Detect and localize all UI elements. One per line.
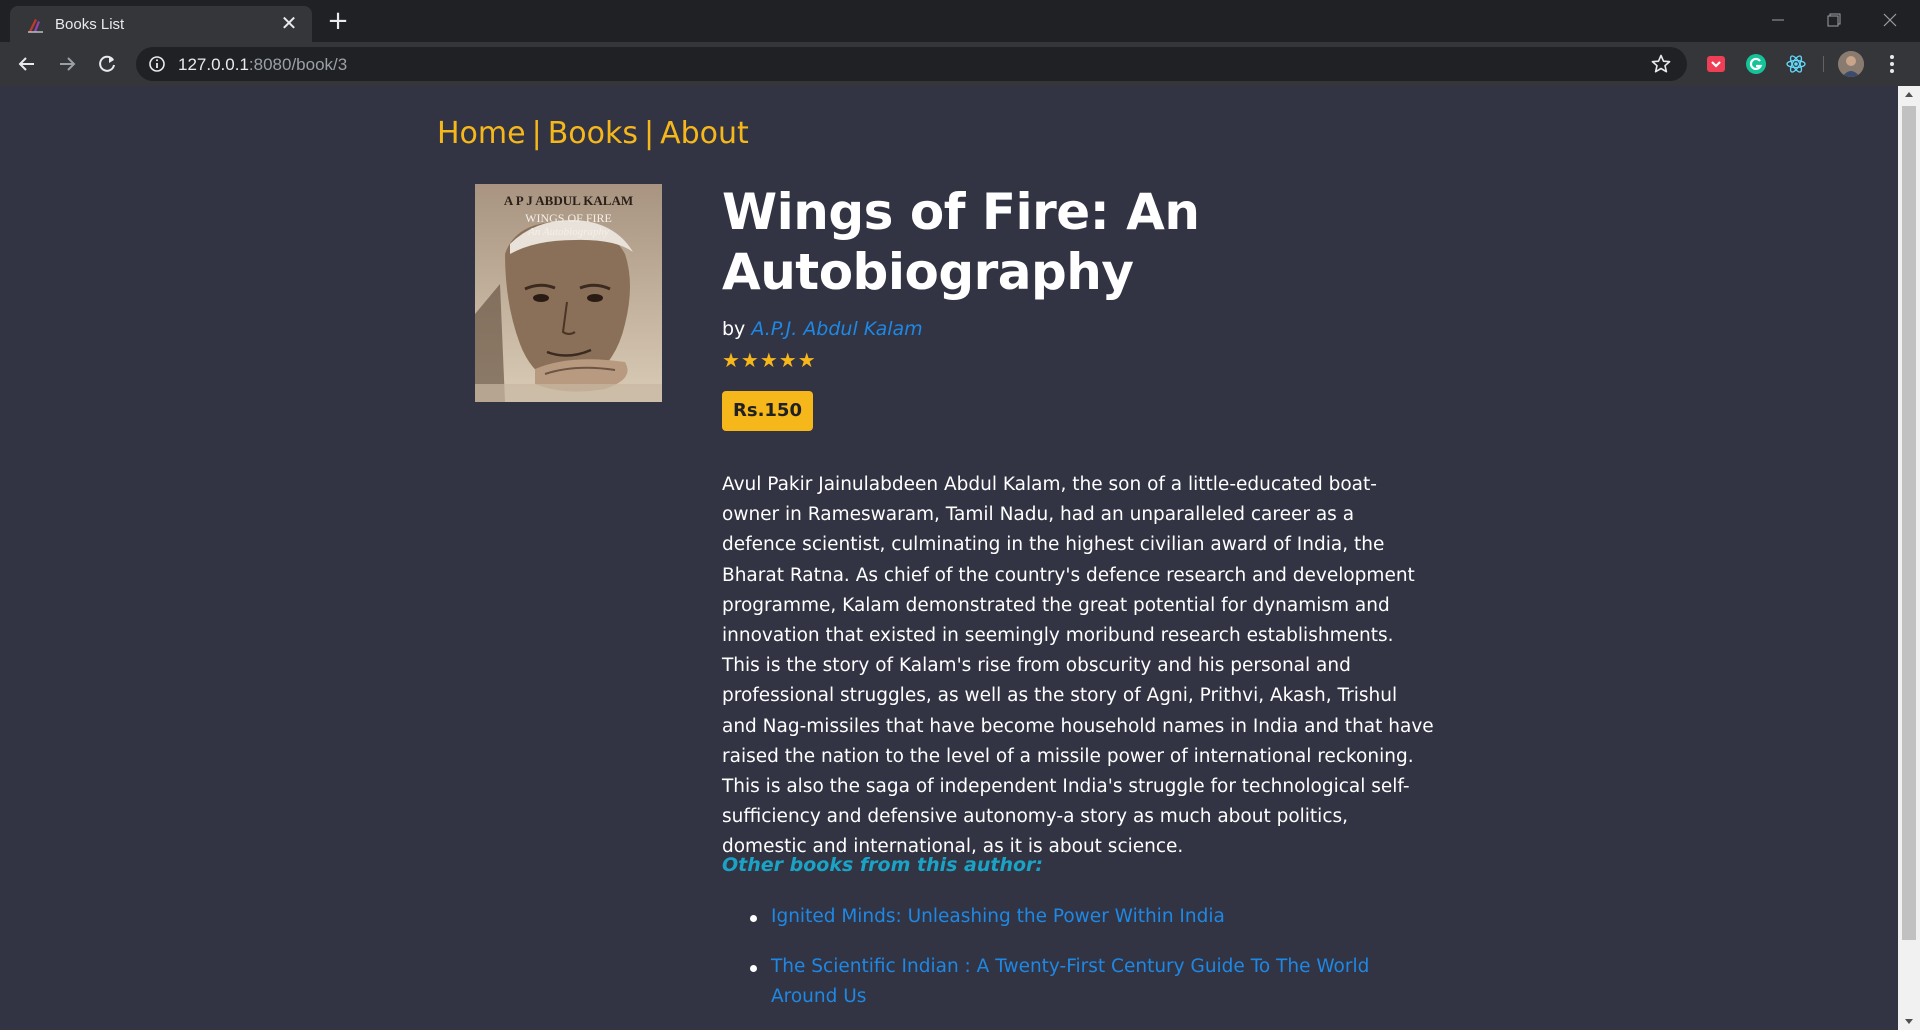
nav-books-link[interactable]: Books <box>548 116 638 151</box>
book-byline: by A.P.J. Abdul Kalam <box>722 318 923 340</box>
profile-avatar[interactable] <box>1838 51 1864 77</box>
scroll-down-arrow-icon[interactable] <box>1898 1012 1920 1030</box>
pocket-icon[interactable] <box>1705 53 1727 75</box>
list-item: Ignited Minds: Unleashing the Power With… <box>722 902 1434 932</box>
bookmark-star-icon[interactable] <box>1650 53 1672 75</box>
bullet-icon <box>750 965 757 972</box>
grammarly-icon[interactable] <box>1745 53 1767 75</box>
back-arrow-icon[interactable] <box>14 51 40 77</box>
bullet-icon <box>750 915 757 922</box>
by-label: by <box>722 318 746 340</box>
kebab-menu-icon[interactable] <box>1882 52 1902 76</box>
book-description: Avul Pakir Jainulabdeen Abdul Kalam, the… <box>722 474 1434 858</box>
close-window-icon[interactable] <box>1870 6 1910 34</box>
restore-window-icon[interactable] <box>1814 6 1854 34</box>
forward-arrow-icon[interactable] <box>54 51 80 77</box>
tab-close-icon[interactable]: ✕ <box>278 12 300 34</box>
avatar-icon <box>1838 51 1864 77</box>
nav-home-link[interactable]: Home <box>437 116 526 151</box>
book-cover-image: A P J ABDUL KALAM WINGS OF FIRE An Autob… <box>475 184 662 402</box>
address-bar[interactable]: 127.0.0.1:8080/book/3 <box>136 47 1687 81</box>
author-link[interactable]: A.P.J. Abdul Kalam <box>751 318 922 340</box>
cover-subtitle-text: An Autobiography <box>528 226 609 238</box>
minimize-window-icon[interactable] <box>1758 6 1798 34</box>
toolbar-divider <box>1823 56 1824 72</box>
other-book-link[interactable]: The Scientific Indian : A Twenty-First C… <box>771 956 1369 1007</box>
book-favicon-icon <box>28 19 43 33</box>
new-tab-button[interactable]: + <box>324 8 352 36</box>
browser-toolbar: 127.0.0.1:8080/book/3 <box>0 42 1920 86</box>
tab-title: Books List <box>55 16 125 33</box>
info-icon[interactable] <box>148 55 166 73</box>
cover-title-text: WINGS OF FIRE <box>525 211 612 225</box>
cover-author-text: A P J ABDUL KALAM <box>503 193 634 208</box>
other-book-link[interactable]: Ignited Minds: Unleashing the Power With… <box>771 906 1225 927</box>
other-books-heading: Other books from this author: <box>722 854 1044 876</box>
browser-tab[interactable]: Books List ✕ <box>10 6 312 42</box>
nav-separator: | <box>531 116 542 151</box>
site-nav: Home | Books | About <box>437 116 749 151</box>
nav-about-link[interactable]: About <box>660 116 749 151</box>
browser-tab-bar: Books List ✕ + <box>0 0 1920 42</box>
page-viewport: Home | Books | About A P J ABDUL KALAM W… <box>0 86 1898 1030</box>
book-title: Wings of Fire: An Autobiography <box>722 183 1200 301</box>
price-badge: Rs.150 <box>722 391 813 431</box>
nav-separator: | <box>644 116 655 151</box>
react-devtools-icon[interactable] <box>1785 53 1807 75</box>
page-scrollbar[interactable] <box>1898 86 1920 1030</box>
reload-icon[interactable] <box>94 51 120 77</box>
list-item: The Scientific Indian : A Twenty-First C… <box>722 952 1434 1012</box>
scrollbar-thumb[interactable] <box>1902 106 1916 940</box>
url-host: 127.0.0.1 <box>178 55 249 74</box>
url-path: :8080/book/3 <box>248 55 348 74</box>
rating-stars: ★★★★★ <box>722 348 817 372</box>
scroll-up-arrow-icon[interactable] <box>1898 86 1920 104</box>
other-books-list: Ignited Minds: Unleashing the Power With… <box>722 902 1434 1030</box>
url-text: 127.0.0.1:8080/book/3 <box>178 55 347 75</box>
